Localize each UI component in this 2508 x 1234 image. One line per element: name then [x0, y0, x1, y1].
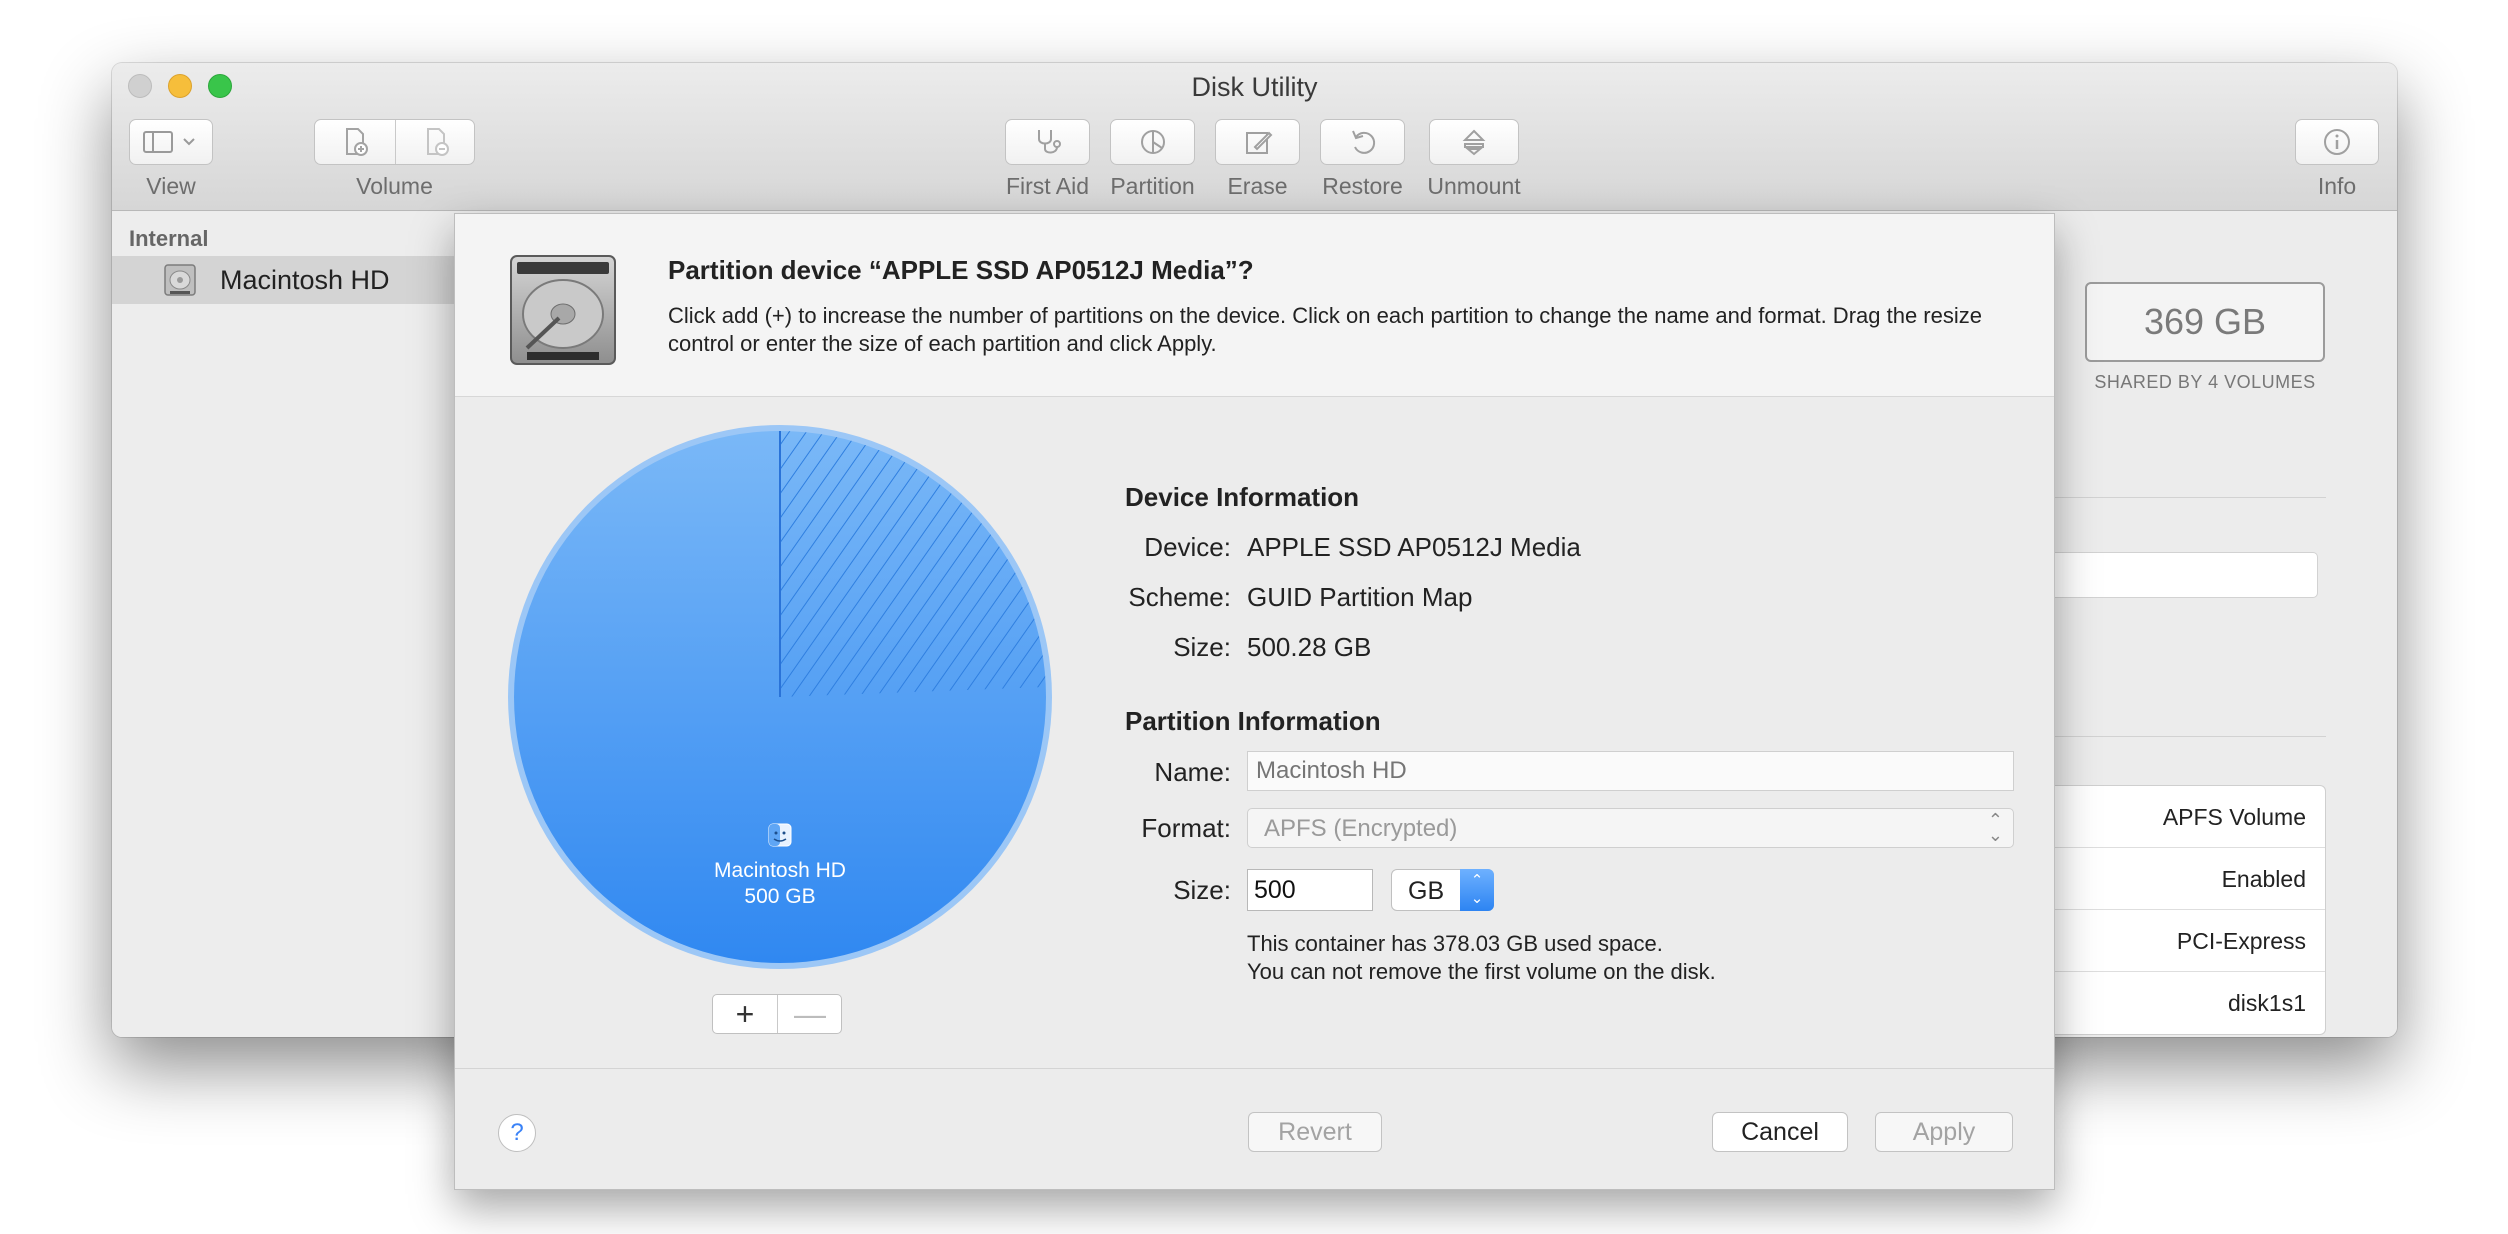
info-row-device: disk1s1 [2228, 990, 2306, 1016]
erase-icon [1245, 131, 1272, 154]
sidebar: Internal Macintosh HD [112, 212, 454, 1037]
view-button[interactable] [129, 119, 213, 165]
device-info-heading: Device Information [1125, 482, 1360, 512]
divider [2054, 497, 2326, 498]
volume-segmented-control [314, 119, 475, 165]
cancel-button[interactable]: Cancel [1712, 1112, 1848, 1152]
device-size-label: Size: [1173, 632, 1231, 662]
device-label: Device: [1144, 532, 1231, 562]
info-row-type: APFS Volume [2054, 786, 2325, 848]
view-label: View [146, 173, 196, 199]
sheet-title: Partition device “APPLE SSD AP0512J Medi… [668, 255, 1254, 285]
pie-partition-name: Macintosh HD [714, 859, 846, 882]
info-button[interactable] [2295, 119, 2379, 165]
apply-button[interactable]: Apply [1875, 1112, 2013, 1152]
up-down-chevron-icon: ⌃ ⌄ [1987, 810, 2003, 845]
stethoscope-icon [1037, 130, 1061, 154]
format-label: Format: [1141, 813, 1231, 843]
info-icon [2324, 129, 2350, 155]
divider [455, 1068, 2054, 1069]
partition-label: Partition [1110, 173, 1195, 199]
partition-pie: Macintosh HD 500 GB [505, 422, 1055, 972]
size-unit-select[interactable]: GB ⌃ ⌄ [1391, 869, 1494, 911]
remove-volume-icon [427, 128, 449, 156]
toolbar: Disk Utility View Volume First Aid Parti… [112, 63, 2397, 211]
revert-button[interactable]: Revert [1248, 1112, 1382, 1152]
sheet-header: Partition device “APPLE SSD AP0512J Medi… [455, 214, 2054, 397]
info-row-connection: PCI-Express [2054, 910, 2325, 972]
remove-volume-note: You can not remove the first volume on t… [1247, 959, 1716, 984]
divider [2054, 736, 2326, 737]
help-button[interactable]: ? [498, 1114, 536, 1152]
sidebar-icon [143, 131, 195, 153]
partition-info-heading: Partition Information [1125, 706, 1381, 736]
pie-slice-used-space [780, 431, 1046, 697]
sidebar-item-macintosh-hd[interactable]: Macintosh HD [112, 256, 454, 304]
add-volume-button[interactable] [315, 120, 395, 164]
unmount-label: Unmount [1427, 173, 1521, 199]
partition-size-field[interactable] [1247, 869, 1373, 911]
device-size-value: 500.28 GB [1247, 632, 1372, 662]
info-label: Info [2317, 173, 2357, 199]
restore-button[interactable] [1320, 119, 1405, 165]
format-select[interactable]: APFS (Encrypted) ⌃ ⌄ [1247, 808, 2014, 848]
capacity-subtitle: SHARED BY 4 VOLUMES [2094, 372, 2316, 392]
sidebar-section-internal: Internal [129, 226, 209, 251]
eject-icon [1462, 129, 1486, 156]
sheet-description: Click add (+) to increase the number of … [668, 303, 1982, 356]
finder-icon [768, 823, 792, 847]
disk-icon [164, 264, 196, 296]
remove-volume-button[interactable] [396, 120, 476, 164]
up-down-chevron-icon: ⌃ ⌄ [1460, 869, 1494, 911]
scheme-value: GUID Partition Map [1247, 582, 1473, 612]
first-aid-button[interactable] [1005, 119, 1090, 165]
partition-size-label: Size: [1173, 875, 1231, 905]
partition-sheet: Partition device “APPLE SSD AP0512J Medi… [454, 213, 2055, 1190]
partition-name-field[interactable] [1247, 751, 2014, 791]
restore-icon [1351, 130, 1375, 154]
device-value: APPLE SSD AP0512J Media [1247, 532, 1581, 562]
usage-bar [2054, 552, 2318, 598]
remove-partition-button[interactable]: — [778, 995, 842, 1033]
restore-label: Restore [1322, 173, 1403, 199]
used-space-note: This container has 378.03 GB used space. [1247, 931, 1663, 956]
partition-add-remove-control: + — [712, 994, 842, 1034]
info-row-owners: Enabled [2054, 848, 2325, 910]
volume-info-table: APFS Volume Enabled PCI-Express disk1s1 [2054, 785, 2326, 1035]
erase-label: Erase [1227, 173, 1288, 199]
erase-button[interactable] [1215, 119, 1300, 165]
unmount-button[interactable] [1429, 119, 1519, 165]
capacity-value: 369 GB [2085, 282, 2325, 362]
hard-drive-icon [510, 255, 616, 365]
detail-panel: 369 GB SHARED BY 4 VOLUMES APFS Volume E… [2054, 212, 2397, 1037]
sidebar-item-label: Macintosh HD [220, 265, 390, 295]
format-value: APFS (Encrypted) [1264, 815, 1458, 842]
volume-label: Volume [356, 173, 433, 199]
pie-partition-size: 500 GB [744, 885, 816, 908]
add-partition-button[interactable]: + [713, 995, 777, 1033]
add-volume-icon [346, 128, 368, 156]
first-aid-label: First Aid [1005, 173, 1090, 199]
window-title: Disk Utility [1191, 72, 1318, 102]
name-label: Name: [1154, 757, 1231, 787]
partition-icon [1140, 130, 1165, 154]
size-unit-value: GB [1408, 877, 1445, 905]
scheme-label: Scheme: [1128, 582, 1231, 612]
partition-button[interactable] [1110, 119, 1195, 165]
